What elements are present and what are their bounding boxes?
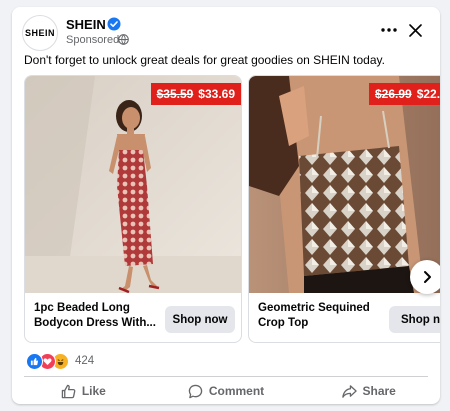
carousel-next-button[interactable] (410, 260, 440, 294)
sale-price: $22. (416, 87, 440, 101)
shop-now-button[interactable]: Shop now (165, 306, 235, 333)
reactions-summary[interactable]: 424 (26, 352, 94, 370)
avatar-logo-text: SHEIN (24, 28, 55, 38)
price-tag: $26.99 $22. (369, 83, 440, 105)
post-header: SHEIN SHEIN Sponsored · (12, 7, 440, 51)
globe-icon (118, 34, 129, 45)
chevron-right-icon (424, 271, 431, 283)
product-image[interactable] (25, 76, 242, 293)
reaction-count: 424 (75, 355, 95, 367)
product-title[interactable]: Geometric Sequined Crop Top (258, 301, 388, 331)
verified-badge-icon (107, 17, 121, 31)
share-label: Share (362, 384, 396, 398)
post-caption: Don't forget to unlock great deals for g… (24, 53, 385, 67)
original-price: $26.99 (375, 87, 412, 101)
page-name-link[interactable]: SHEIN (66, 17, 106, 32)
product-carousel: $35.59 $33.69 1pc Beaded Long Bodycon Dr… (24, 75, 440, 345)
action-divider (24, 376, 428, 377)
more-options-button[interactable] (376, 19, 402, 41)
more-options-icon (381, 28, 397, 32)
product-title[interactable]: 1pc Beaded Long Bodycon Dress With... (34, 301, 164, 331)
carousel-item[interactable]: $35.59 $33.69 1pc Beaded Long Bodycon Dr… (24, 75, 242, 343)
like-label: Like (81, 384, 106, 398)
sponsored-label[interactable]: Sponsored · (66, 34, 126, 46)
close-button[interactable] (404, 19, 426, 41)
post-actions-bar: Like Comment Share (12, 379, 440, 403)
product-image[interactable] (249, 76, 440, 293)
like-button[interactable]: Like (12, 379, 155, 403)
close-icon (408, 23, 422, 37)
carousel-item[interactable]: $26.99 $22. Geometric Sequined Crop Top … (248, 75, 440, 343)
price-tag: $35.59 $33.69 (150, 83, 241, 105)
comment-icon (188, 384, 203, 398)
comment-button[interactable]: Comment (155, 379, 298, 403)
share-button[interactable]: Share (297, 379, 440, 403)
sponsored-post-card: SHEIN SHEIN Sponsored · Don't forget to … (12, 7, 440, 404)
share-icon (341, 384, 357, 398)
sale-price: $33.69 (198, 87, 235, 101)
shop-now-button[interactable]: Shop no (389, 306, 440, 333)
comment-label: Comment (208, 384, 265, 398)
thumbs-up-icon (61, 384, 76, 398)
like-reaction-icon (26, 352, 43, 370)
original-price: $35.59 (156, 87, 194, 101)
page-avatar[interactable]: SHEIN (22, 15, 58, 51)
